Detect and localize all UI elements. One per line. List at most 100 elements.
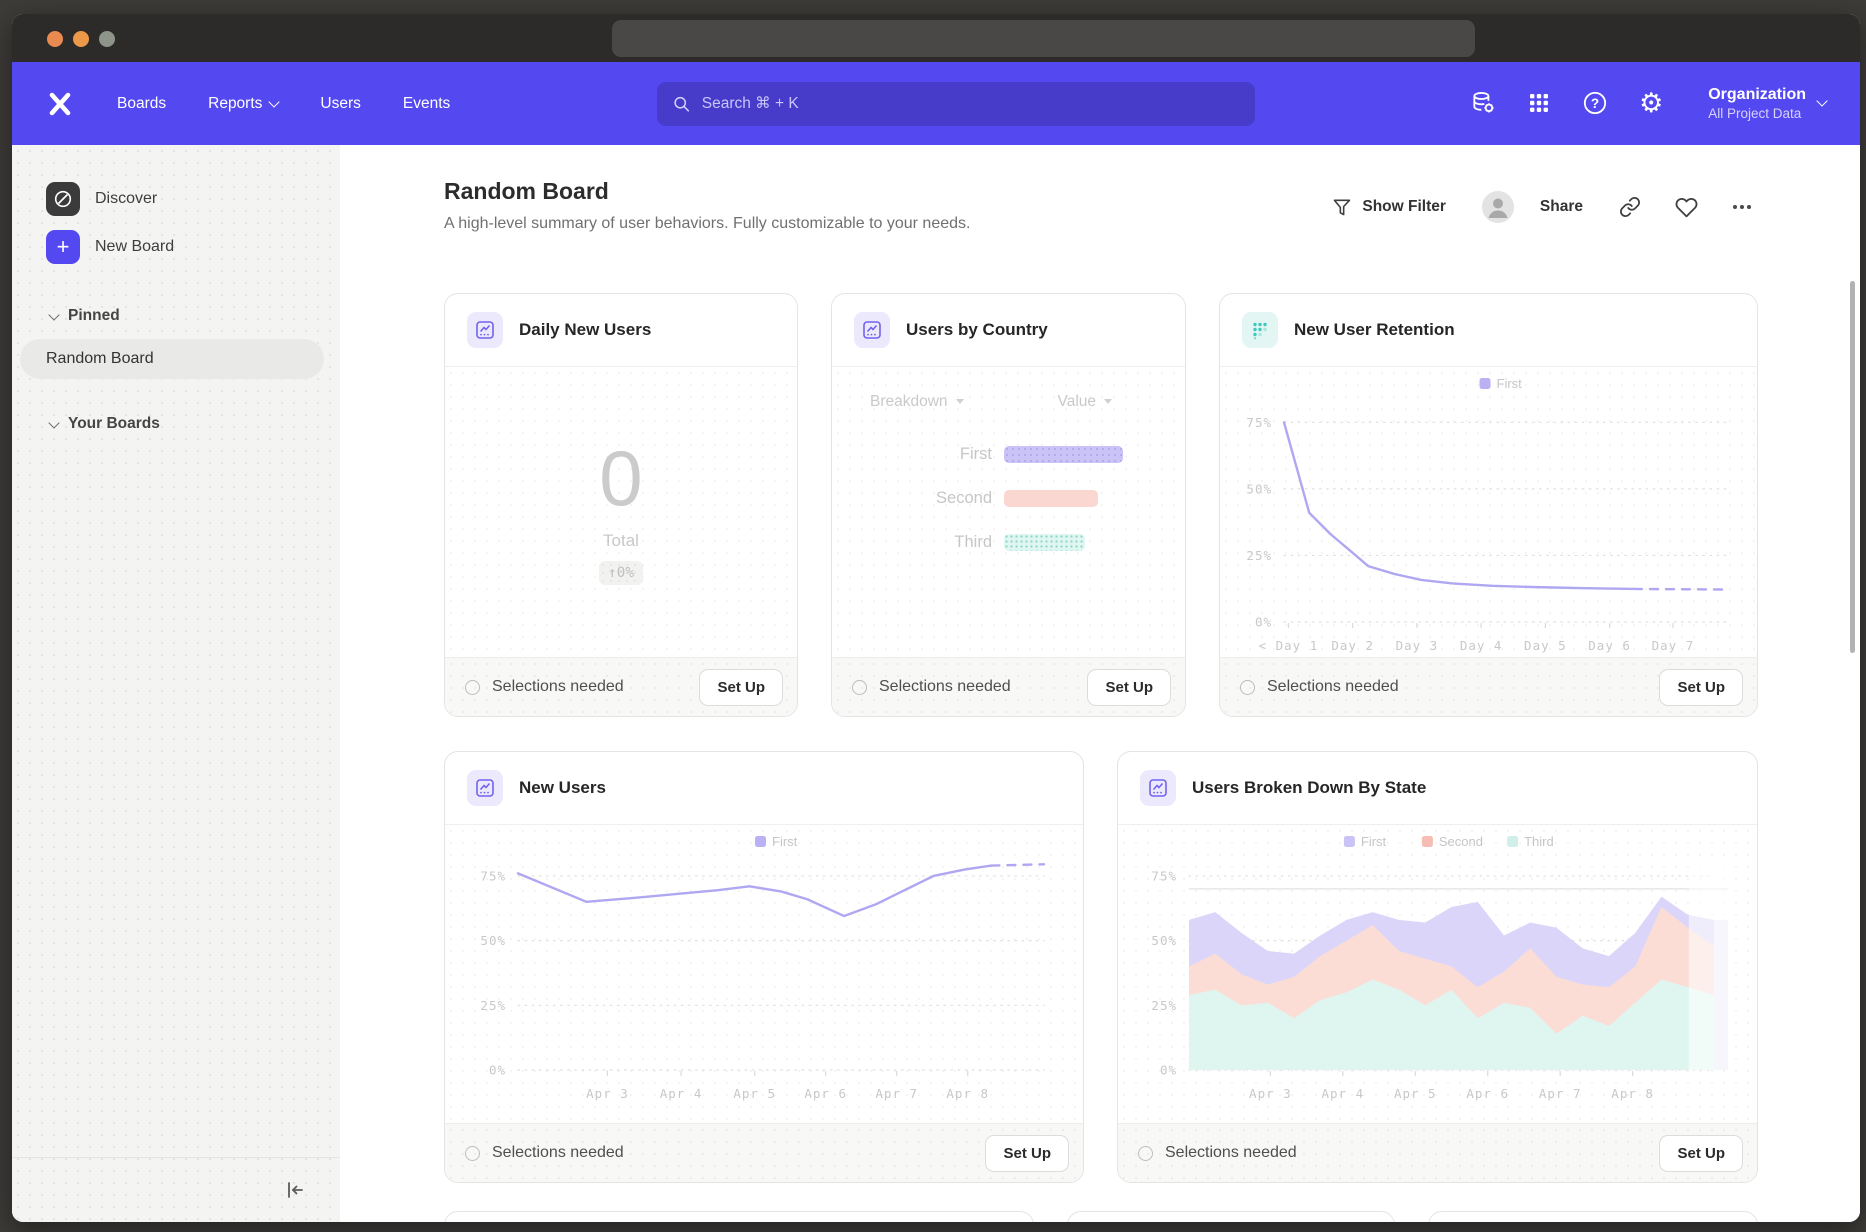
set-up-button[interactable]: Set Up <box>1659 669 1743 706</box>
main-content: Random Board A high-level summary of use… <box>340 145 1860 1222</box>
svg-text:Apr 8: Apr 8 <box>946 1086 989 1101</box>
set-up-button[interactable]: Set Up <box>985 1135 1069 1172</box>
avatar[interactable] <box>1482 191 1514 223</box>
line-chart-icon <box>467 770 503 806</box>
stacked-area-chart: 75%50%25%0%Apr 3Apr 4Apr 5Apr 6Apr 7Apr … <box>1137 825 1738 1124</box>
board-actions: Show Filter Share <box>1332 191 1754 223</box>
sidebar-section-pinned[interactable]: Pinned <box>12 297 340 335</box>
svg-text:Day 6: Day 6 <box>1588 638 1631 653</box>
svg-text:50%: 50% <box>1151 933 1177 948</box>
chevron-down-icon <box>1104 399 1112 404</box>
sidebar-item-new-board[interactable]: + New Board <box>12 223 340 271</box>
svg-text:Second: Second <box>1439 834 1483 849</box>
radio-circle-icon <box>465 1146 480 1161</box>
svg-text:Apr 4: Apr 4 <box>660 1086 703 1101</box>
svg-text:50%: 50% <box>1246 481 1272 496</box>
sidebar-item-random-board[interactable]: Random Board <box>20 339 324 379</box>
app-window: Boards Reports Users Events <box>12 14 1860 1222</box>
copy-link-icon[interactable] <box>1619 196 1641 218</box>
data-management-icon[interactable] <box>1470 90 1496 116</box>
window-minimize-button[interactable] <box>73 31 89 47</box>
card-row-1: Daily New Users 0 Total ↑0% <box>444 293 1860 717</box>
nav-item-users[interactable]: Users <box>299 87 381 121</box>
radio-circle-icon <box>465 680 480 695</box>
chevron-down-icon <box>956 399 964 404</box>
svg-text:< Day 1: < Day 1 <box>1259 638 1319 653</box>
chevron-down-icon <box>48 309 59 320</box>
window-close-button[interactable] <box>47 31 63 47</box>
nav-label: Events <box>403 95 450 113</box>
radio-circle-icon <box>1138 1146 1153 1161</box>
sidebar-section-your-boards[interactable]: Your Boards <box>12 405 340 443</box>
card-new-user-retention: New User Retention 75%50%25%0%< Day 1Day… <box>1219 293 1758 717</box>
settings-gear-icon[interactable]: ⚙ <box>1638 90 1664 116</box>
sidebar-item-discover[interactable]: Discover <box>12 175 340 223</box>
card-footer: Selections needed Set Up <box>1118 1123 1757 1182</box>
svg-text:Apr 6: Apr 6 <box>1466 1086 1509 1101</box>
card-header: Users by Country <box>832 294 1185 367</box>
org-project-switcher[interactable]: Organization All Project Data <box>1708 85 1826 123</box>
svg-text:Apr 5: Apr 5 <box>733 1086 776 1101</box>
mixpanel-logo-icon[interactable] <box>46 90 74 118</box>
card-body: 0 Total ↑0% <box>445 367 797 657</box>
sidebar-footer <box>12 1157 340 1222</box>
svg-text:75%: 75% <box>480 868 506 883</box>
section-label: Your Boards <box>68 415 160 433</box>
set-up-button[interactable]: Set Up <box>1659 1135 1743 1172</box>
global-search[interactable] <box>657 82 1255 126</box>
status-text: Selections needed <box>879 678 1011 696</box>
row-label: First <box>870 445 992 464</box>
chevron-down-icon <box>1816 96 1827 107</box>
card-new-users: New Users 75%50%25%0%Apr 3Apr 4Apr 5Apr … <box>444 751 1084 1183</box>
svg-text:First: First <box>772 834 798 849</box>
breakdown-column-header[interactable]: Breakdown <box>870 393 964 411</box>
radio-circle-icon <box>852 680 867 695</box>
nav-item-boards[interactable]: Boards <box>96 87 187 121</box>
card-footer: Selections needed Set Up <box>832 657 1185 716</box>
app-body: Discover + New Board Pinned Random Board… <box>12 145 1860 1222</box>
help-icon[interactable]: ? <box>1582 90 1608 116</box>
collapse-sidebar-icon[interactable] <box>284 1179 306 1201</box>
nav-item-events[interactable]: Events <box>382 87 471 121</box>
browser-url-bar[interactable] <box>612 20 1475 57</box>
card-header: Daily New Users <box>445 294 797 367</box>
breakdown-row: First <box>870 445 1185 464</box>
card-header: New User Retention <box>1220 294 1757 367</box>
more-options-icon[interactable] <box>1730 195 1754 219</box>
svg-text:Apr 7: Apr 7 <box>1539 1086 1582 1101</box>
svg-text:Apr 3: Apr 3 <box>1249 1086 1292 1101</box>
card-header: New Users <box>445 752 1083 825</box>
breakdown-row: Third <box>870 533 1185 552</box>
set-up-button[interactable]: Set Up <box>1087 669 1171 706</box>
window-zoom-button[interactable] <box>99 31 115 47</box>
show-filter-button[interactable]: Show Filter <box>1362 198 1446 216</box>
svg-text:Apr 7: Apr 7 <box>875 1086 918 1101</box>
row-label: Third <box>870 533 992 552</box>
card-header: Users Broken Down By State <box>1118 752 1757 825</box>
card-users-by-country: Users by Country Breakdown Value <box>831 293 1186 717</box>
svg-text:Apr 4: Apr 4 <box>1322 1086 1365 1101</box>
radio-circle-icon <box>1240 680 1255 695</box>
value-column-header[interactable]: Value <box>1058 393 1113 411</box>
chevron-down-icon <box>269 96 280 107</box>
card-row-2: New Users 75%50%25%0%Apr 3Apr 4Apr 5Apr … <box>444 751 1860 1183</box>
card-users-by-state: Users Broken Down By State 75%50%25%0%Ap… <box>1117 751 1758 1183</box>
card-title: Users Broken Down By State <box>1192 778 1426 798</box>
card-body: Breakdown Value First <box>832 367 1185 657</box>
svg-text:Day 2: Day 2 <box>1331 638 1374 653</box>
favorite-heart-icon[interactable] <box>1675 196 1698 219</box>
set-up-button[interactable]: Set Up <box>699 669 783 706</box>
value-bar <box>1004 490 1098 507</box>
value-bar <box>1004 446 1123 463</box>
window-titlebar <box>12 14 1860 62</box>
nav-item-reports[interactable]: Reports <box>187 87 299 121</box>
filter-icon[interactable] <box>1332 197 1352 217</box>
plus-icon: + <box>46 230 80 264</box>
card-body: 75%50%25%0%Apr 3Apr 4Apr 5Apr 6Apr 7Apr … <box>1118 825 1757 1123</box>
search-input[interactable] <box>700 94 1239 114</box>
breakdown-row: Second <box>870 489 1185 508</box>
metric-big-value: 0 <box>599 439 642 517</box>
vertical-scrollbar[interactable] <box>1850 281 1855 653</box>
share-button[interactable]: Share <box>1540 198 1583 216</box>
apps-grid-icon[interactable] <box>1526 90 1552 116</box>
